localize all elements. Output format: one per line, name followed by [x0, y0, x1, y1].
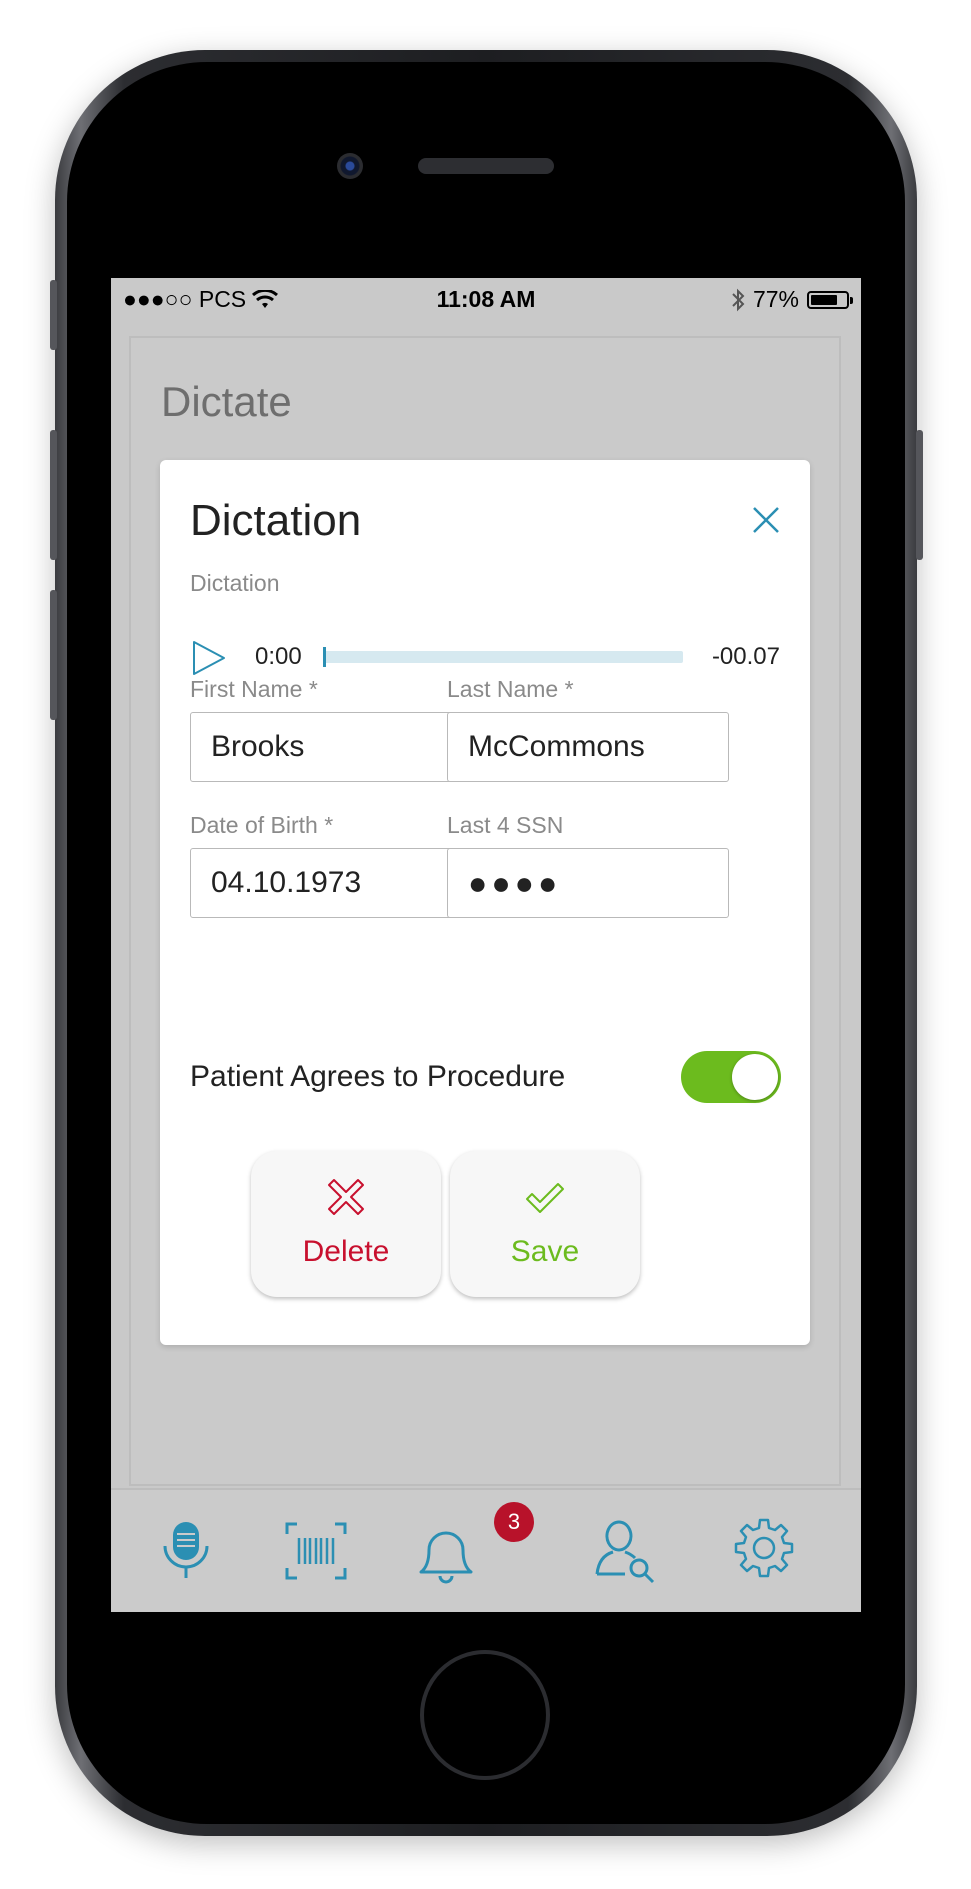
first-name-label: First Name * [190, 676, 318, 702]
battery-icon [807, 290, 853, 309]
delete-label: Delete [302, 1235, 390, 1268]
home-button[interactable] [420, 1650, 550, 1780]
earpiece-speaker [418, 158, 554, 174]
progress-track[interactable] [323, 647, 683, 667]
last-name-field[interactable]: McCommons [447, 712, 729, 782]
tab-bar: 3 [111, 1488, 861, 1612]
save-label: Save [510, 1235, 580, 1268]
consent-toggle[interactable] [681, 1051, 781, 1103]
first-name-field[interactable]: Brooks [190, 712, 472, 782]
dictation-label: Dictation [190, 570, 280, 596]
microphone-icon[interactable] [151, 1516, 221, 1586]
notification-badge: 3 [494, 1502, 534, 1542]
battery-tip [850, 296, 853, 304]
remaining-time: -00.07 [711, 643, 780, 670]
power-button [916, 430, 923, 560]
dialog-title: Dictation [190, 496, 362, 545]
volume-up-button [50, 430, 57, 560]
status-bar: ●●●○○ PCS 11:08 AM 77% [111, 278, 861, 318]
checkmark-icon [526, 1183, 564, 1213]
last-name-label: Last Name * [447, 676, 574, 702]
mute-switch [50, 280, 57, 350]
dictation-dialog: Dictation Dictation 0:00 -00.07 First Na… [160, 460, 810, 1345]
ssn-label: Last 4 SSN [447, 812, 564, 838]
audio-player: 0:00 -00.07 [190, 636, 780, 676]
dob-field[interactable]: 04.10.1973 [190, 848, 472, 918]
battery-fill [811, 294, 837, 305]
front-camera [337, 153, 363, 179]
volume-down-button [50, 590, 57, 720]
bluetooth-icon [732, 288, 745, 311]
close-icon[interactable] [750, 504, 782, 536]
delete-x-icon [328, 1179, 364, 1215]
progress-handle[interactable] [323, 647, 326, 667]
toggle-knob [732, 1054, 778, 1100]
user-search-icon[interactable] [591, 1516, 661, 1586]
play-icon[interactable] [190, 638, 230, 678]
status-right: 77% [731, 286, 853, 313]
save-button[interactable]: Save [450, 1151, 640, 1297]
dob-label: Date of Birth * [190, 812, 334, 838]
page-title: Dictate [161, 378, 292, 425]
screen: ●●●○○ PCS 11:08 AM 77% Dictate Dictation [111, 278, 861, 1612]
ssn-field[interactable]: ●●●● [447, 848, 729, 918]
gear-icon[interactable] [729, 1516, 799, 1586]
battery-percent: 77% [752, 286, 799, 312]
bell-icon[interactable] [411, 1516, 481, 1586]
barcode-icon[interactable] [281, 1516, 351, 1586]
consent-label: Patient Agrees to Procedure [190, 1060, 566, 1093]
elapsed-time: 0:00 [255, 643, 302, 670]
delete-button[interactable]: Delete [251, 1151, 441, 1297]
